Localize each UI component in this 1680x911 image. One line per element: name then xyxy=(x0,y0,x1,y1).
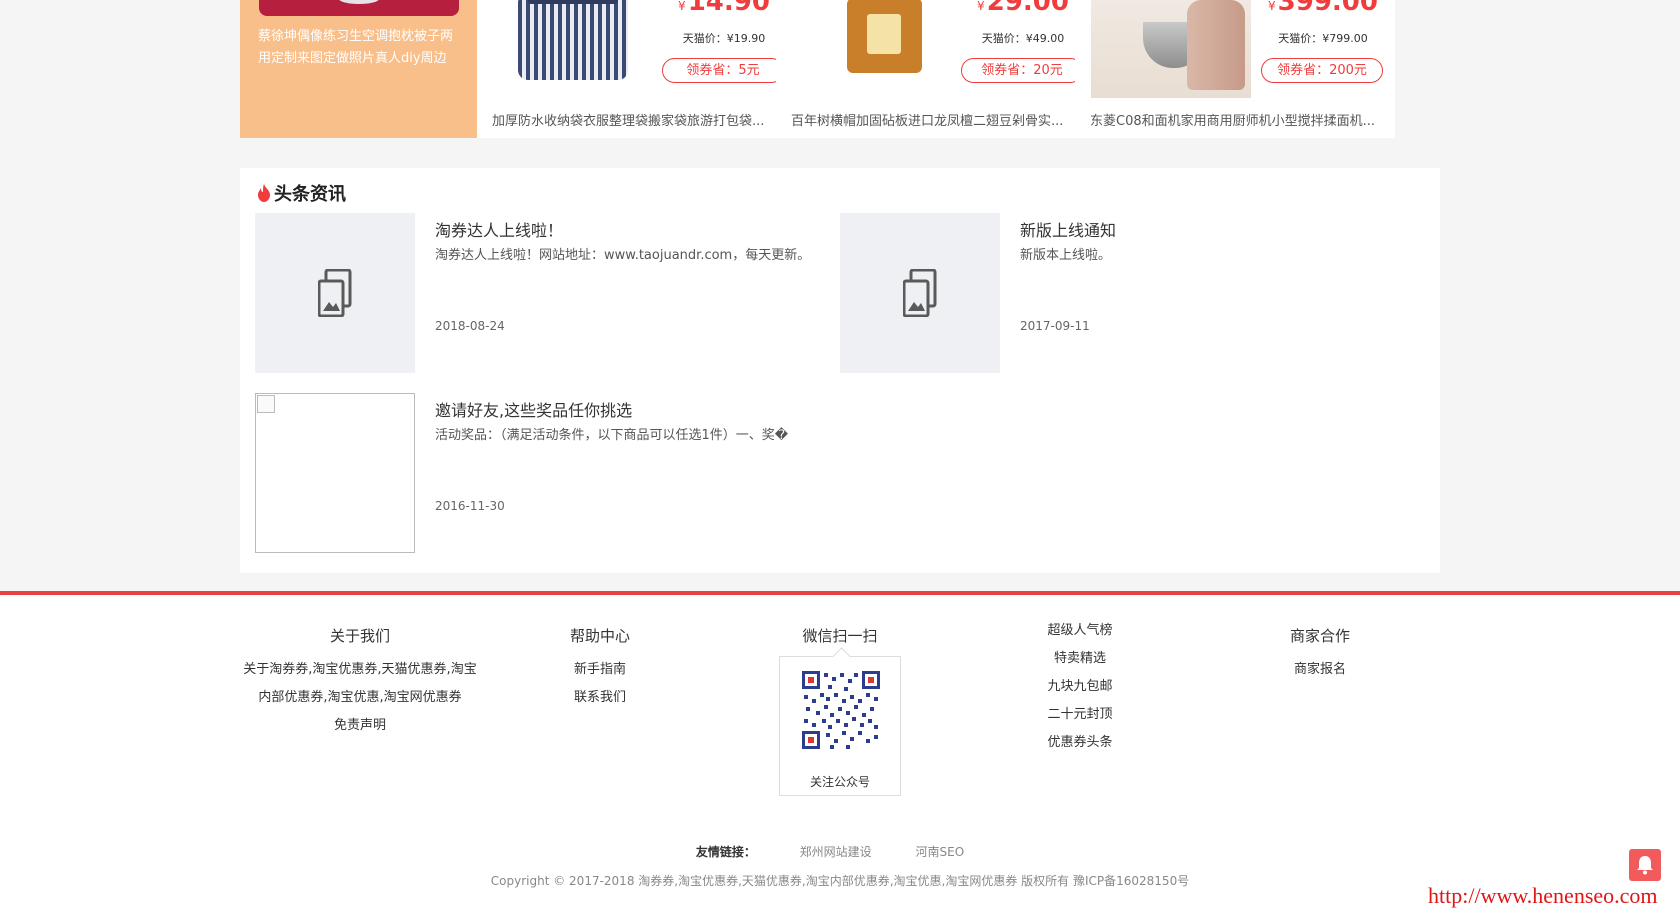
contact-link[interactable]: 联系我们 xyxy=(480,684,720,712)
bell-icon xyxy=(1637,856,1653,875)
footer: 关于我们 关于淘券券,淘宝优惠券,天猫优惠券,淘宝内部优惠券,淘宝优惠,淘宝网优… xyxy=(0,595,1680,911)
news-title[interactable]: 邀请好友,这些奖品任你挑选 xyxy=(435,397,632,421)
news-item[interactable]: 新版上线通知 新版本上线啦。 2017-09-11 xyxy=(840,213,1420,373)
product-title[interactable]: 百年树横帽加固砧板进口龙凤檀二翅豆剁骨实... xyxy=(791,110,1086,129)
product-strip: 蔡徐坤偶像练习生空调抱枕被子两用定制来图定做照片真人diy周边 ¥14.90 天… xyxy=(240,0,1440,138)
news-title[interactable]: 新版上线通知 xyxy=(1020,217,1116,241)
friend-link[interactable]: 郑州网站建设 xyxy=(800,845,872,859)
product-price: ¥14.90 xyxy=(678,0,770,17)
image-placeholder-icon xyxy=(903,269,937,317)
watermark-text: http://www.henenseo.com xyxy=(1428,883,1658,908)
about-link[interactable]: 关于淘券券,淘宝优惠券,天猫优惠券,淘宝内部优惠券,淘宝优惠,淘宝网优惠券 xyxy=(240,656,480,712)
wechat-heading: 微信扫一扫 xyxy=(802,627,878,645)
news-section: 头条资讯 淘券达人上线啦！ 淘券达人上线啦！网站地址：www.taojuandr… xyxy=(240,168,1440,573)
footer-about: 关于我们 关于淘券券,淘宝优惠券,天猫优惠券,淘宝内部优惠券,淘宝优惠,淘宝网优… xyxy=(240,625,480,740)
tmall-price: 天猫价：¥19.90 xyxy=(682,32,766,45)
help-heading[interactable]: 帮助中心 xyxy=(480,625,720,646)
news-description: 淘券达人上线啦！网站地址：www.taojuandr.com，每天更新。 xyxy=(435,248,811,263)
product-card[interactable]: ¥399.00 天猫价：¥799.00 领券省：200元 东菱C08和面机家用商… xyxy=(1075,0,1395,138)
page: 蔡徐坤偶像练习生空调抱枕被子两用定制来图定做照片真人diy周边 ¥14.90 天… xyxy=(0,0,1680,911)
business-heading[interactable]: 商家合作 xyxy=(1200,625,1440,646)
product-card[interactable]: ¥14.90 天猫价：¥19.90 领券省：5元 加厚防水收纳袋衣服整理袋搬家袋… xyxy=(477,0,797,138)
news-date: 2016-11-30 xyxy=(435,499,505,513)
hot-link[interactable]: 特卖精选 xyxy=(960,645,1200,673)
promo-card[interactable]: 蔡徐坤偶像练习生空调抱枕被子两用定制来图定做照片真人diy周边 xyxy=(240,0,477,138)
tmall-price: 天猫价：¥49.00 xyxy=(981,32,1065,45)
news-image-broken[interactable] xyxy=(255,393,415,553)
hot-link[interactable]: 二十元封顶 xyxy=(960,701,1200,729)
news-heading: 头条资讯 xyxy=(256,180,346,206)
qr-code-icon xyxy=(800,669,882,751)
product-card[interactable]: ¥29.00 天猫价：¥49.00 领券省：20元 百年树横帽加固砧板进口龙凤檀… xyxy=(776,0,1096,138)
qr-popup: 关注公众号 xyxy=(779,656,901,796)
about-heading[interactable]: 关于我们 xyxy=(240,625,480,646)
fire-icon xyxy=(258,184,270,202)
news-item[interactable]: 淘券达人上线啦！ 淘券达人上线啦！网站地址：www.taojuandr.com，… xyxy=(255,213,835,373)
news-description: 活动奖品：（满足活动条件，以下商品可以任选1件）一、奖� xyxy=(435,428,789,443)
notification-button[interactable] xyxy=(1629,849,1661,881)
friend-links: 友情链接： 郑州网站建设 河南SEO xyxy=(0,843,1680,860)
qr-label: 关注公众号 xyxy=(809,775,870,789)
news-title[interactable]: 淘券达人上线啦！ xyxy=(435,217,563,241)
tmall-price: 天猫价：¥799.00 xyxy=(1278,32,1368,45)
coupon-button[interactable]: 领券省：5元 xyxy=(662,58,784,83)
disclaimer-link[interactable]: 免责声明 xyxy=(240,712,480,740)
friend-links-label: 友情链接： xyxy=(695,845,756,859)
hot-link[interactable]: 优惠券头条 xyxy=(960,729,1200,757)
footer-hot-links: 超级人气榜 特卖精选 九块九包邮 二十元封顶 优惠券头条 xyxy=(960,617,1200,757)
coupon-button[interactable]: 领券省：20元 xyxy=(961,58,1083,83)
promo-title[interactable]: 蔡徐坤偶像练习生空调抱枕被子两用定制来图定做照片真人diy周边 xyxy=(258,26,463,70)
news-image[interactable] xyxy=(255,213,415,373)
friend-link[interactable]: 河南SEO xyxy=(916,845,965,859)
news-date: 2018-08-24 xyxy=(435,319,505,333)
product-price: ¥29.00 xyxy=(977,0,1069,17)
product-price: ¥399.00 xyxy=(1268,0,1378,17)
guide-link[interactable]: 新手指南 xyxy=(480,656,720,684)
product-image[interactable] xyxy=(792,0,952,98)
news-item[interactable]: 邀请好友,这些奖品任你挑选 活动奖品：（满足活动条件，以下商品可以任选1件）一、… xyxy=(255,393,835,553)
promo-image[interactable] xyxy=(259,0,459,16)
news-date: 2017-09-11 xyxy=(1020,319,1090,333)
product-image[interactable] xyxy=(1091,0,1251,98)
image-placeholder-icon xyxy=(318,269,352,317)
footer-help: 帮助中心 新手指南 联系我们 xyxy=(480,625,720,712)
news-image[interactable] xyxy=(840,213,1000,373)
coupon-button[interactable]: 领券省：200元 xyxy=(1261,58,1383,83)
news-heading-text: 头条资讯 xyxy=(274,184,346,205)
footer-business: 商家合作 商家报名 xyxy=(1200,625,1440,684)
product-title[interactable]: 东菱C08和面机家用商用厨师机小型搅拌揉面机... xyxy=(1090,110,1385,129)
hot-link[interactable]: 九块九包邮 xyxy=(960,673,1200,701)
merchant-signup-link[interactable]: 商家报名 xyxy=(1200,656,1440,684)
footer-wechat: 微信扫一扫 关注公众号 xyxy=(720,625,960,796)
product-image[interactable] xyxy=(493,0,653,98)
news-description: 新版本上线啦。 xyxy=(1020,248,1112,263)
product-title[interactable]: 加厚防水收纳袋衣服整理袋搬家袋旅游打包袋... xyxy=(492,110,787,129)
hot-link[interactable]: 超级人气榜 xyxy=(960,617,1200,645)
